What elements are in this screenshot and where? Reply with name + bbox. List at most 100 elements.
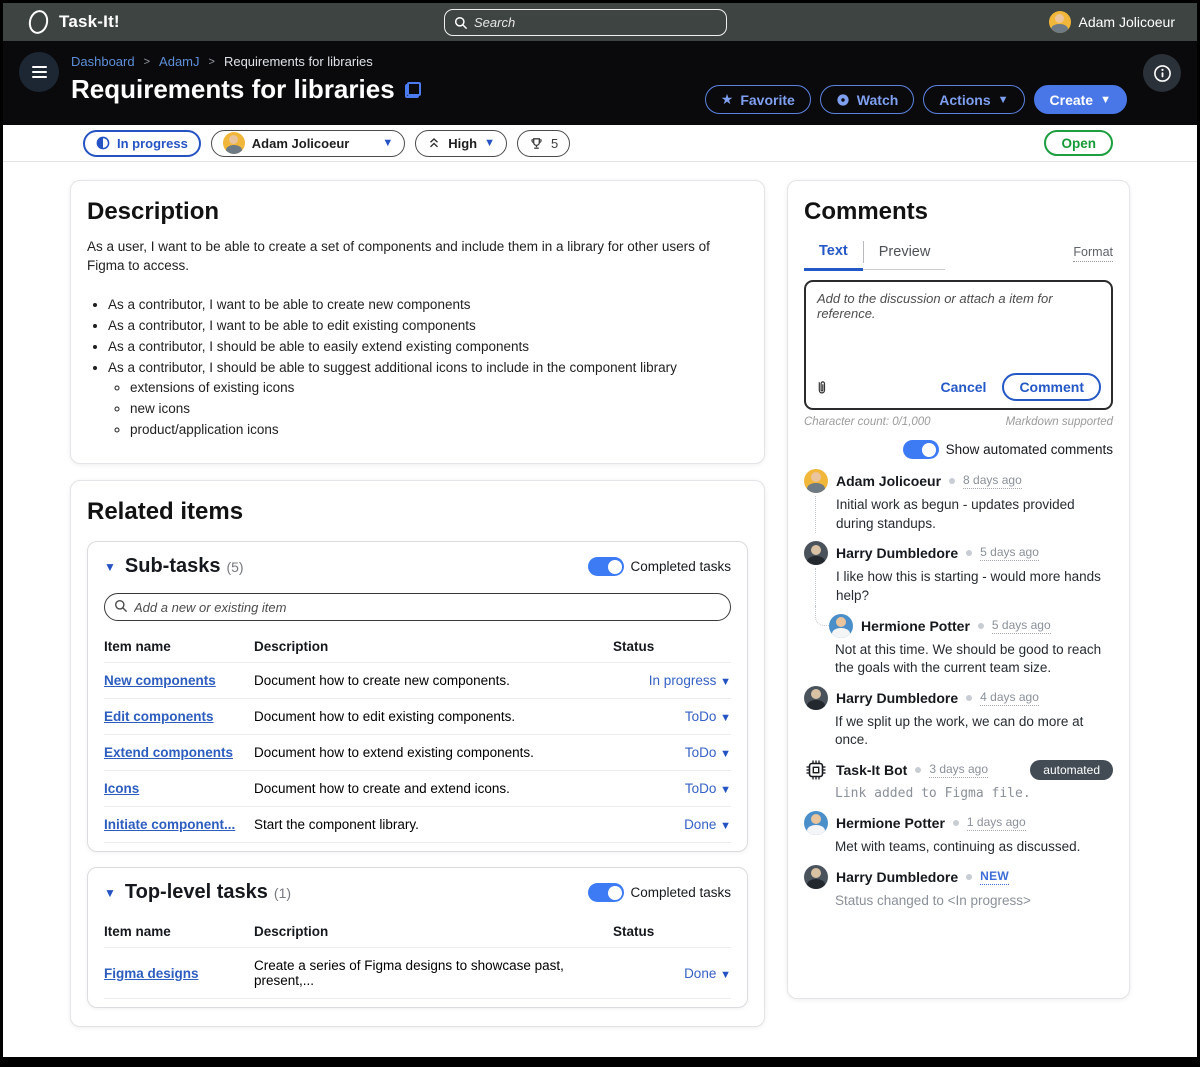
avatar bbox=[804, 686, 828, 710]
tab-preview[interactable]: Preview bbox=[864, 239, 946, 269]
toplevel-table: Item name Description Status Figma desig… bbox=[104, 914, 731, 999]
state-badge[interactable]: Open bbox=[1044, 130, 1113, 156]
user-menu[interactable]: Adam Jolicoeur bbox=[1049, 11, 1198, 33]
toplevel-count: (1) bbox=[274, 885, 291, 901]
item-description: Create a series of Figma designs to show… bbox=[254, 948, 613, 999]
description-sub-bullets: extensions of existing icons new icons p… bbox=[130, 378, 748, 441]
related-items-card: Related items ▼ Sub-tasks (5) Completed … bbox=[70, 480, 765, 1027]
bot-chip-icon bbox=[804, 758, 828, 782]
status-dropdown[interactable]: In progress ▼ bbox=[613, 663, 731, 699]
sub-bullet: product/application icons bbox=[130, 420, 748, 441]
chevron-down-icon: ▼ bbox=[720, 820, 731, 832]
cancel-button[interactable]: Cancel bbox=[941, 379, 987, 395]
status-pill[interactable]: In progress bbox=[83, 130, 201, 157]
item-link[interactable]: Edit components bbox=[104, 709, 214, 724]
hamburger-menu-button[interactable] bbox=[19, 52, 59, 92]
avatar bbox=[829, 614, 853, 638]
column-header-desc: Description bbox=[254, 914, 613, 948]
column-header-name: Item name bbox=[104, 629, 254, 663]
subtasks-table: Item name Description Status New compone… bbox=[104, 629, 731, 843]
status-dropdown[interactable]: ToDo ▼ bbox=[613, 735, 731, 771]
assignee-dropdown[interactable]: Adam Jolicoeur ▼ bbox=[211, 130, 405, 157]
item-link[interactable]: New components bbox=[104, 673, 216, 688]
info-button[interactable] bbox=[1143, 54, 1181, 92]
comment-body: Not at this time. We should be good to r… bbox=[815, 641, 1113, 678]
tab-text[interactable]: Text bbox=[804, 238, 863, 271]
global-search[interactable] bbox=[444, 9, 727, 36]
add-item-input[interactable] bbox=[104, 593, 731, 621]
comment-timestamp[interactable]: 8 days ago bbox=[963, 473, 1022, 489]
new-badge[interactable]: NEW bbox=[980, 869, 1009, 885]
copy-icon[interactable] bbox=[405, 82, 421, 98]
status-dropdown[interactable]: Done ▼ bbox=[613, 807, 731, 843]
points-pill[interactable]: 5 bbox=[517, 130, 570, 157]
avatar bbox=[804, 541, 828, 565]
chevron-down-icon: ▼ bbox=[720, 712, 731, 724]
char-count: Character count: 0/1,000 bbox=[804, 416, 931, 428]
trophy-icon bbox=[529, 136, 544, 151]
collapse-icon[interactable]: ▼ bbox=[104, 560, 116, 574]
search-icon bbox=[454, 16, 468, 30]
description-heading: Description bbox=[87, 198, 748, 226]
actions-button[interactable]: Actions ▼ bbox=[923, 85, 1024, 114]
table-row: Initiate component... Start the componen… bbox=[104, 807, 731, 843]
chevron-down-icon: ▼ bbox=[720, 969, 731, 981]
comment-timestamp[interactable]: 5 days ago bbox=[980, 545, 1039, 561]
dot-icon bbox=[953, 820, 959, 826]
star-icon: ★ bbox=[721, 91, 734, 108]
comment-timestamp[interactable]: 4 days ago bbox=[980, 690, 1039, 706]
create-button[interactable]: Create ▼ bbox=[1034, 85, 1127, 114]
table-row: New components Document how to create ne… bbox=[104, 663, 731, 699]
sub-bullet: extensions of existing icons bbox=[130, 378, 748, 399]
item-description: Document how to create and extend icons. bbox=[254, 771, 613, 807]
comment-timestamp[interactable]: 1 days ago bbox=[967, 815, 1026, 831]
search-input[interactable] bbox=[474, 15, 717, 30]
logo[interactable]: Task-It! bbox=[3, 10, 120, 34]
table-row: Figma designs Create a series of Figma d… bbox=[104, 948, 731, 999]
comment-body: I like how this is starting - would more… bbox=[815, 568, 1113, 605]
user-name: Adam Jolicoeur bbox=[1079, 14, 1176, 30]
avatar bbox=[223, 132, 245, 154]
status-dropdown[interactable]: ToDo ▼ bbox=[613, 771, 731, 807]
page-title: Requirements for libraries bbox=[71, 74, 395, 105]
completed-tasks-toggle[interactable] bbox=[588, 557, 624, 576]
column-header-name: Item name bbox=[104, 914, 254, 948]
item-link[interactable]: Icons bbox=[104, 781, 139, 796]
format-link[interactable]: Format bbox=[1073, 245, 1113, 262]
show-automated-toggle[interactable] bbox=[903, 440, 939, 459]
attachment-icon[interactable] bbox=[816, 380, 829, 395]
collapse-icon[interactable]: ▼ bbox=[104, 886, 116, 900]
comment: Harry Dumbledore 5 days ago I like how t… bbox=[804, 541, 1113, 605]
dot-icon bbox=[978, 623, 984, 629]
priority-dropdown[interactable]: High ▼ bbox=[415, 130, 507, 157]
favorite-button[interactable]: ★ Favorite bbox=[705, 85, 811, 114]
comment-body: Status changed to <In progress> bbox=[815, 892, 1113, 911]
column-header-status: Status bbox=[613, 914, 731, 948]
page-header: Dashboard > AdamJ > Requirements for lib… bbox=[3, 41, 1197, 125]
item-link[interactable]: Figma designs bbox=[104, 966, 199, 981]
item-link[interactable]: Extend components bbox=[104, 745, 233, 760]
comment-submit-button[interactable]: Comment bbox=[1002, 373, 1101, 401]
topbar: Task-It! Adam Jolicoeur bbox=[3, 3, 1197, 41]
comment-timestamp[interactable]: 5 days ago bbox=[992, 618, 1051, 634]
completed-tasks-toggle[interactable] bbox=[588, 883, 624, 902]
comment-input[interactable] bbox=[806, 282, 1111, 372]
item-description: Document how to create new components. bbox=[254, 663, 613, 699]
comments-heading: Comments bbox=[804, 198, 1113, 226]
chevron-right-icon: > bbox=[144, 56, 150, 68]
comment-body: Met with teams, continuing as discussed. bbox=[815, 838, 1113, 857]
breadcrumb-adamj[interactable]: AdamJ bbox=[159, 54, 199, 69]
statusbar: In progress Adam Jolicoeur ▼ High ▼ 5 Op… bbox=[3, 125, 1197, 162]
breadcrumb-dashboard[interactable]: Dashboard bbox=[71, 54, 135, 69]
watch-button[interactable]: Watch bbox=[820, 85, 914, 114]
markdown-note: Markdown supported bbox=[1006, 416, 1113, 428]
status-dropdown[interactable]: Done ▼ bbox=[613, 948, 731, 999]
watch-icon bbox=[836, 93, 850, 107]
related-items-heading: Related items bbox=[87, 498, 748, 526]
comment-timestamp[interactable]: 3 days ago bbox=[929, 762, 988, 778]
status-dropdown[interactable]: ToDo ▼ bbox=[613, 699, 731, 735]
subtasks-count: (5) bbox=[226, 559, 243, 575]
header-actions: ★ Favorite Watch Actions ▼ Create ▼ bbox=[705, 85, 1127, 114]
item-link[interactable]: Initiate component... bbox=[104, 817, 235, 832]
dot-icon bbox=[949, 478, 955, 484]
